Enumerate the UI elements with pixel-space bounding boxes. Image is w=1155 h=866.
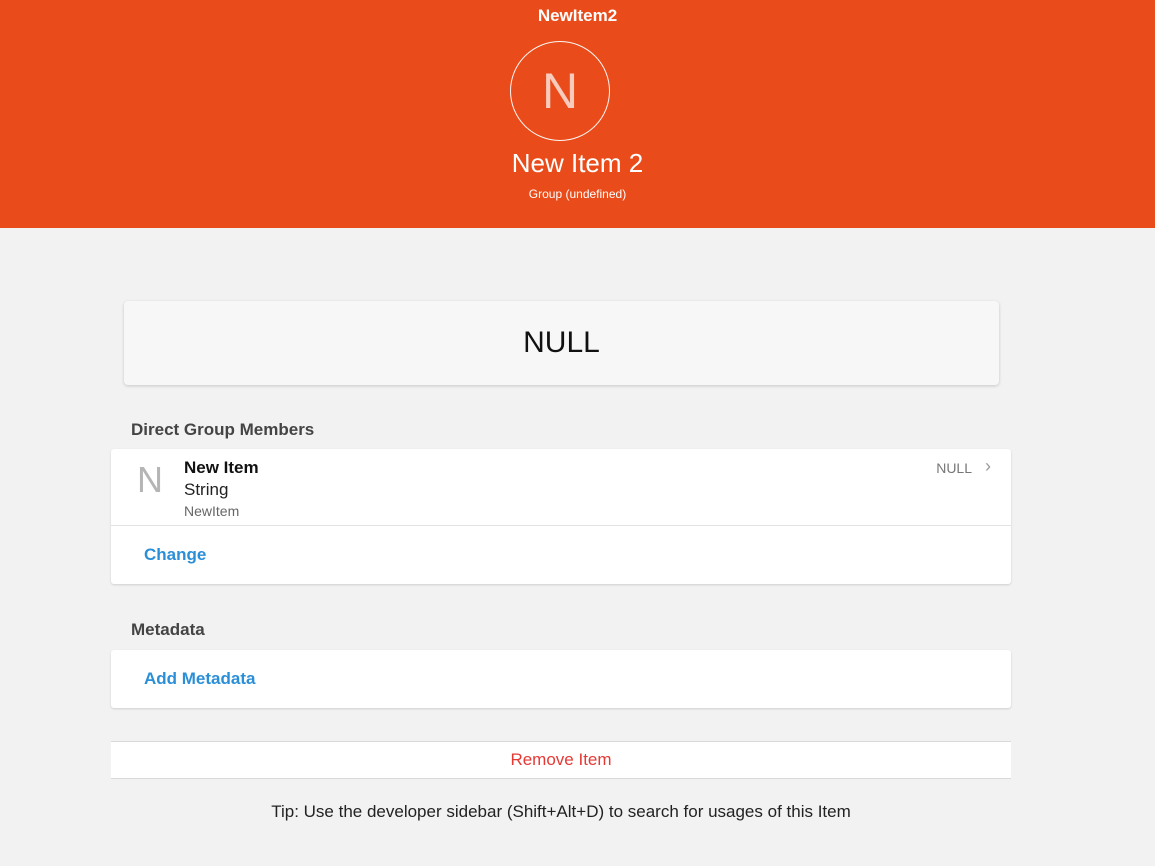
item-name: NewItem2: [537, 6, 618, 25]
member-name: NewItem: [184, 503, 240, 519]
member-label: New Item: [184, 458, 259, 477]
members-card: N New Item String NewItem NULL › Change: [111, 449, 1011, 584]
add-metadata-label: Add Metadata: [144, 669, 256, 688]
change-button[interactable]: Change: [111, 526, 1011, 584]
direct-group-members-title: Direct Group Members: [131, 420, 315, 439]
remove-item-button[interactable]: Remove Item: [111, 741, 1011, 779]
item-label: New Item 2: [511, 148, 644, 178]
item-state-value: NULL: [523, 326, 600, 359]
metadata-card: Add Metadata: [111, 650, 1011, 708]
item-state-card[interactable]: NULL: [124, 301, 999, 385]
metadata-title: Metadata: [131, 620, 205, 639]
chevron-right-icon: ›: [985, 456, 991, 476]
add-metadata-button[interactable]: Add Metadata: [111, 650, 1011, 708]
member-row[interactable]: N New Item String NewItem NULL ›: [111, 449, 1011, 526]
remove-item-label: Remove Item: [510, 750, 612, 769]
member-letter-icon: N: [137, 459, 163, 500]
member-type: String: [184, 480, 229, 499]
avatar-letter: N: [541, 63, 579, 119]
member-state: NULL: [936, 460, 972, 476]
item-avatar-icon: N: [510, 41, 610, 141]
change-label: Change: [144, 545, 207, 564]
developer-tip: Tip: Use the developer sidebar (Shift+Al…: [271, 802, 851, 821]
item-header: NewItem2 N New Item 2 Group (undefined): [0, 0, 1155, 228]
item-type: Group (undefined): [528, 187, 627, 201]
